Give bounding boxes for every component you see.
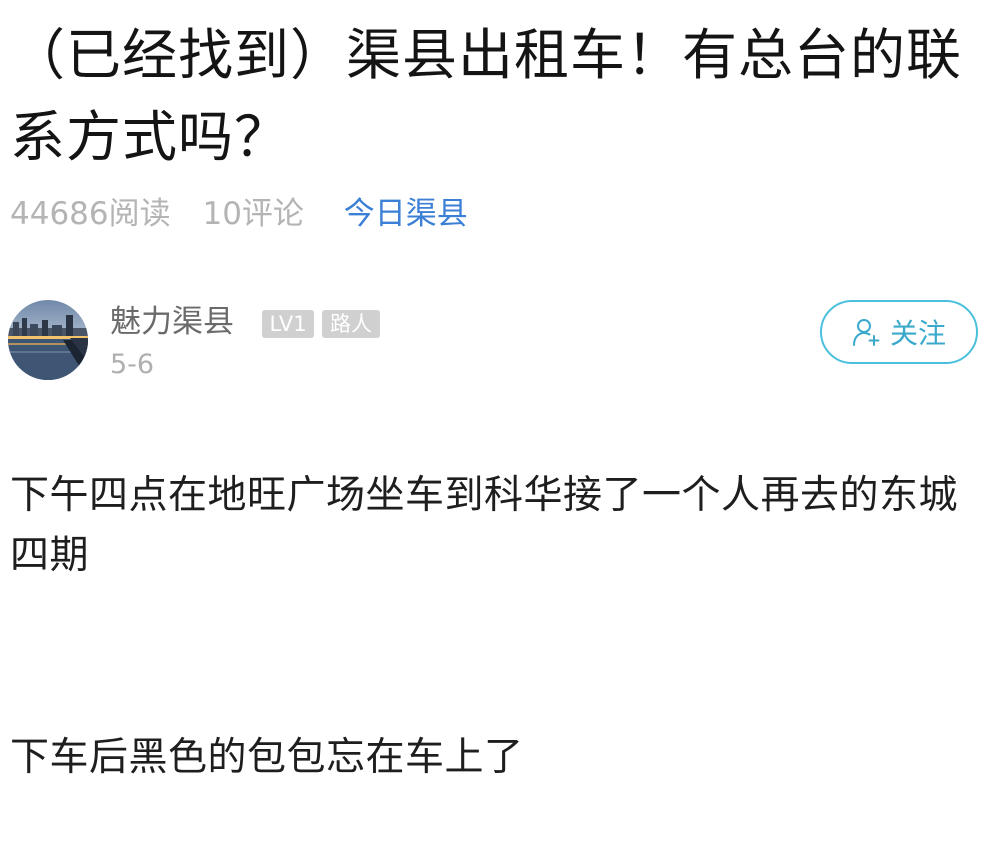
avatar[interactable] xyxy=(8,300,88,380)
role-badge: 路人 xyxy=(322,310,380,338)
author-name[interactable]: 魅力渠县 xyxy=(110,300,234,344)
post-date: 5-6 xyxy=(110,349,155,380)
comment-count[interactable]: 10评论 xyxy=(202,196,303,232)
level-badge: LV1 xyxy=(262,310,314,338)
follow-label: 关注 xyxy=(889,317,946,350)
content-paragraph: 下午四点在地旺广场坐车到科华接了一个人再去的东城四期 xyxy=(10,473,959,578)
post-meta: 44686阅读 10评论 今日渠县 xyxy=(10,192,490,236)
follow-button[interactable]: 关注 xyxy=(820,300,978,364)
view-count: 44686阅读 xyxy=(10,196,171,232)
board-link[interactable]: 今日渠县 xyxy=(344,196,468,232)
content-paragraph: 下车后黑色的包包忘在车上了 xyxy=(10,735,524,780)
avatar-photo-icon xyxy=(8,300,88,380)
post-title: （已经找到）渠县出租车！有总台的联系方式吗？ xyxy=(10,23,963,169)
add-user-icon xyxy=(852,319,880,346)
